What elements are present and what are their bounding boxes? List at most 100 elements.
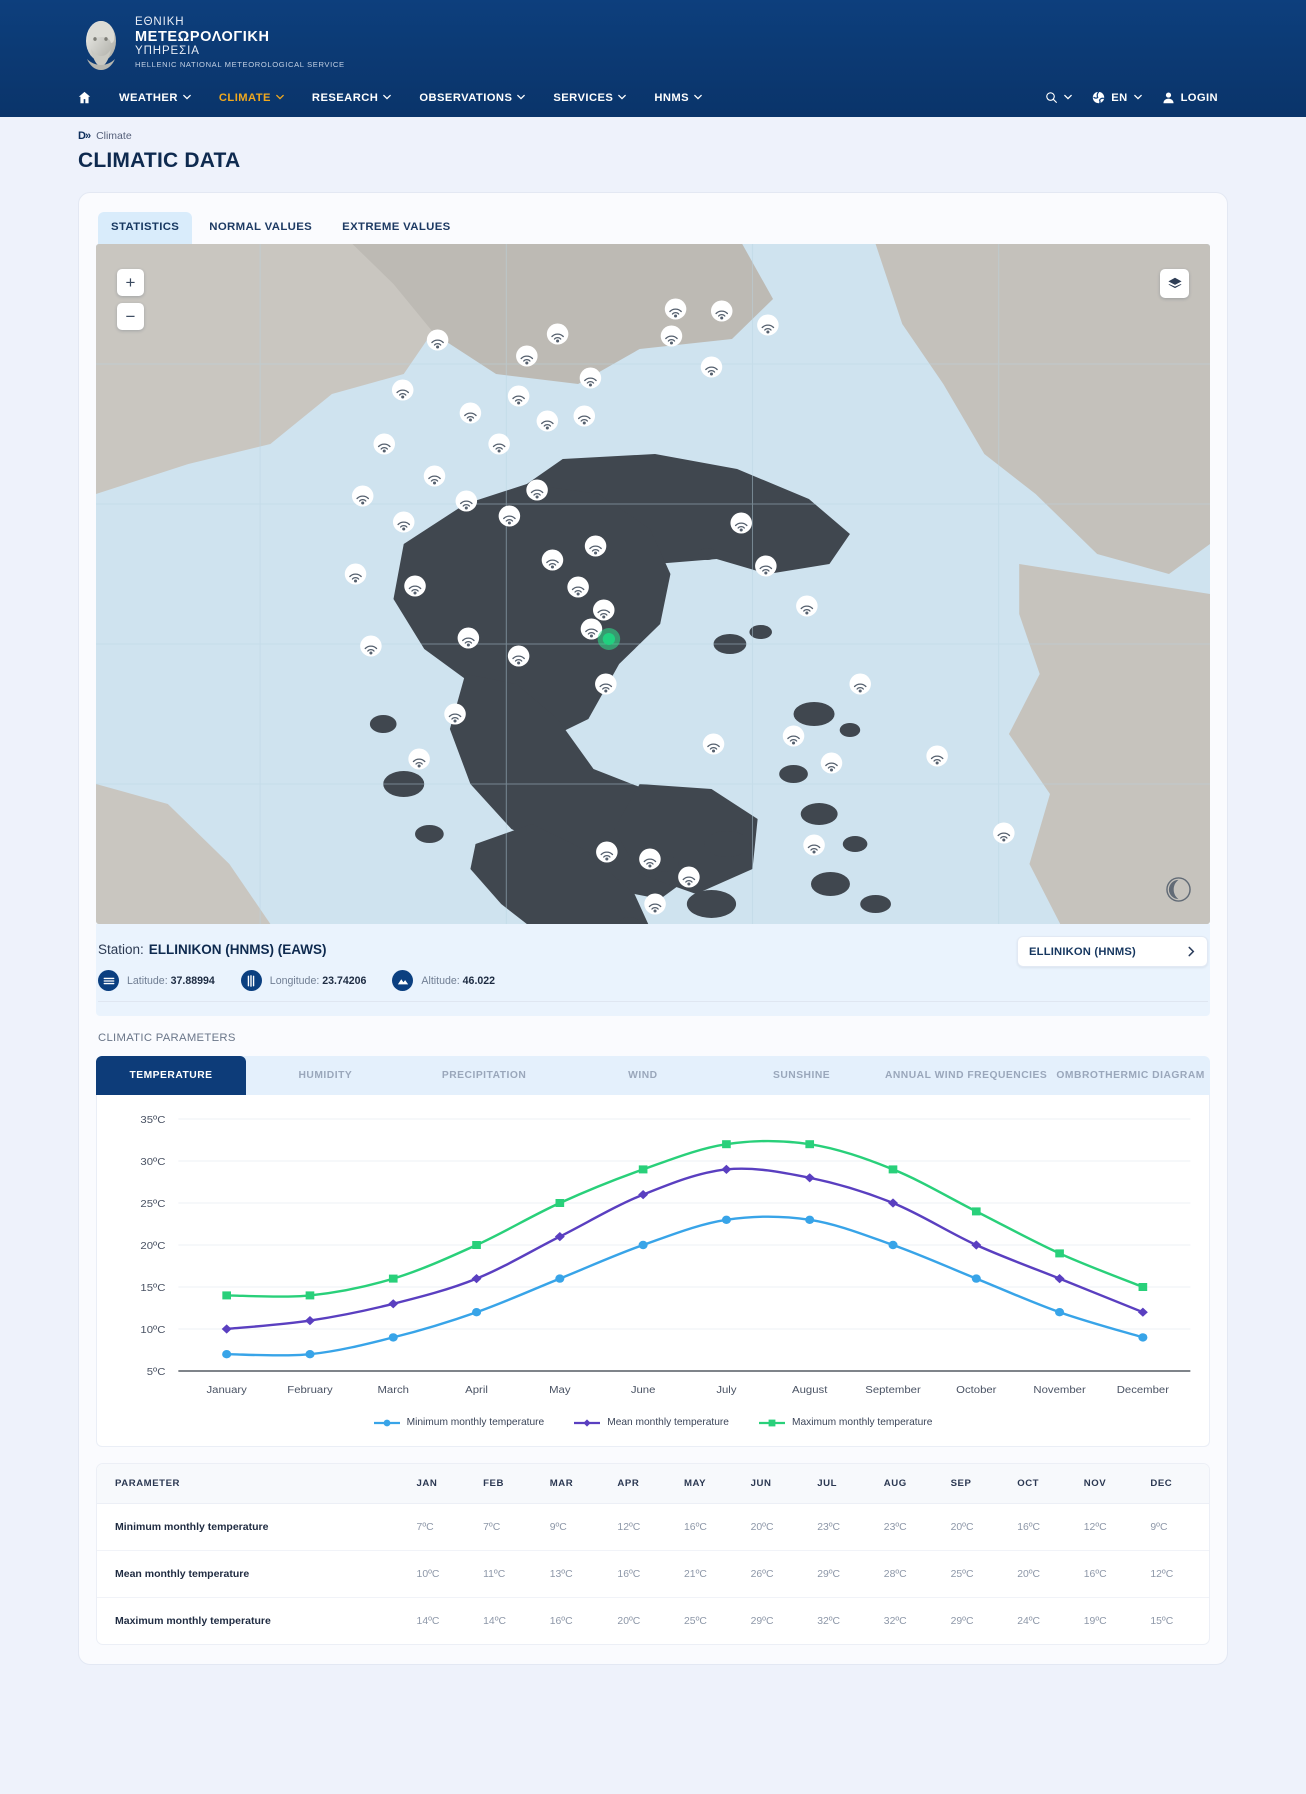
data-point[interactable] — [1055, 1308, 1065, 1317]
data-point[interactable] — [638, 1165, 648, 1174]
legend-item-maximum[interactable]: Maximum monthly temperature — [758, 1417, 933, 1428]
nav-home-button[interactable] — [78, 87, 105, 108]
zoom-out-button[interactable]: − — [117, 303, 144, 330]
cell-parameter: Minimum monthly temperature — [97, 1503, 409, 1551]
data-point[interactable] — [1137, 1307, 1148, 1317]
data-point[interactable] — [888, 1240, 898, 1250]
data-point[interactable] — [722, 1140, 731, 1149]
data-point[interactable] — [555, 1274, 565, 1283]
data-point[interactable] — [638, 1240, 648, 1250]
nav-item-services[interactable]: SERVICES — [539, 88, 640, 108]
legend-label: Maximum monthly temperature — [791, 1417, 933, 1428]
cell-value: 16ºC — [1075, 1550, 1143, 1598]
data-point[interactable] — [304, 1316, 315, 1326]
zoom-in-button[interactable]: + — [117, 269, 144, 296]
data-point[interactable] — [971, 1240, 982, 1250]
cp-tab-precipitation[interactable]: PRECIPITATION — [405, 1056, 564, 1095]
series-line — [225, 1167, 1145, 1331]
data-point[interactable] — [805, 1215, 815, 1224]
cell-value: 14ºC — [483, 1615, 506, 1627]
x-axis-tick-label: June — [631, 1384, 656, 1396]
data-point[interactable] — [305, 1291, 315, 1300]
nav-item-research[interactable]: RESEARCH — [298, 88, 405, 108]
cp-tab-annual-wind-frequencies[interactable]: ANNUAL WIND FREQUENCIES — [881, 1056, 1051, 1095]
cell-value: 7ºC — [408, 1503, 476, 1551]
legend-item-mean[interactable]: Mean monthly temperature — [574, 1417, 729, 1428]
data-point[interactable] — [222, 1291, 231, 1300]
cp-tab-sunshine[interactable]: SUNSHINE — [722, 1056, 881, 1095]
language-selector[interactable]: EN — [1082, 87, 1151, 108]
chevron-down-icon — [517, 94, 526, 100]
data-point[interactable] — [804, 1173, 815, 1183]
data-point[interactable] — [554, 1232, 565, 1242]
data-point[interactable] — [221, 1324, 232, 1334]
legend-item-minimum[interactable]: Minimum monthly temperature — [373, 1417, 544, 1428]
data-point[interactable] — [472, 1241, 481, 1249]
data-point[interactable] — [1138, 1333, 1148, 1342]
nav-item-hnms[interactable]: HNMS — [640, 88, 716, 108]
data-point[interactable] — [1054, 1274, 1065, 1284]
tab-extreme-values[interactable]: EXTREME VALUES — [329, 212, 463, 244]
data-point[interactable] — [721, 1164, 732, 1174]
nav-item-observations[interactable]: OBSERVATIONS — [405, 88, 539, 108]
nav-label: OBSERVATIONS — [419, 91, 513, 104]
data-point[interactable] — [305, 1350, 315, 1359]
nav-label: RESEARCH — [311, 91, 379, 104]
data-point[interactable] — [388, 1299, 399, 1309]
altitude-chip: Altitude: 46.022 — [392, 970, 495, 991]
table-row: Mean monthly temperature 10ºC 11ºC 13ºC 16ºC… — [97, 1550, 1209, 1598]
breadcrumb-label[interactable]: Climate — [96, 130, 132, 142]
data-point[interactable] — [638, 1190, 649, 1200]
x-axis-tick-label: May — [549, 1384, 571, 1396]
station-map[interactable]: + − — [96, 244, 1210, 924]
nav-item-climate[interactable]: CLIMATE — [205, 88, 298, 108]
cell-value: 26ºC — [742, 1550, 810, 1598]
brand-line-2: ΜΕΤΕΩΡΟΛΟΓΙΚΗ — [135, 29, 270, 46]
tab-normal-values[interactable]: NORMAL VALUES — [196, 212, 325, 244]
data-point[interactable] — [805, 1140, 815, 1149]
data-point[interactable] — [471, 1274, 482, 1284]
cell-value: 16ºC — [609, 1550, 677, 1598]
data-point[interactable] — [472, 1308, 482, 1317]
series-line — [225, 1139, 1145, 1298]
data-point[interactable] — [1055, 1249, 1064, 1258]
data-point[interactable] — [555, 1199, 565, 1207]
breadcrumb[interactable]: D» Climate — [78, 130, 1228, 142]
search-button[interactable] — [1035, 87, 1082, 108]
data-point[interactable] — [1138, 1283, 1148, 1291]
cell-value: 20ºC — [1009, 1550, 1076, 1598]
col-header-jan: JAN — [408, 1464, 476, 1504]
login-label: LOGIN — [1180, 91, 1218, 104]
latitude-icon — [98, 970, 119, 991]
cell-value: 12ºC — [609, 1503, 677, 1551]
table-row: Maximum monthly temperature 14ºC 14ºC 16ºC 2… — [97, 1598, 1209, 1645]
cell-value: 23ºC — [809, 1503, 876, 1551]
col-header-jun: JUN — [742, 1464, 810, 1504]
cp-tab-humidity[interactable]: HUMIDITY — [246, 1056, 405, 1095]
data-point[interactable] — [388, 1333, 398, 1342]
nav-label: CLIMATE — [218, 91, 271, 104]
login-button[interactable]: LOGIN — [1152, 87, 1228, 108]
station-info-bar: Station: ELLINIKON (HNMS) (EAWS) Latitud… — [96, 924, 1210, 1016]
legend-marker-mean — [574, 1418, 601, 1428]
nav-item-weather[interactable]: WEATHER — [105, 88, 205, 108]
data-point[interactable] — [971, 1207, 981, 1216]
map-layers-button[interactable] — [1160, 269, 1189, 298]
tab-statistics[interactable]: STATISTICS — [98, 212, 193, 244]
cell-value: 9ºC — [1142, 1503, 1209, 1551]
cp-tab-temperature[interactable]: TEMPERATURE — [96, 1056, 246, 1095]
station-selector[interactable]: ELLINIKON (HNMS) — [1017, 936, 1208, 967]
table-header-row: PARAMETER JAN FEB MAR APR MAY JUN JUL AUG SEP OCT N… — [97, 1464, 1209, 1504]
data-point[interactable] — [888, 1198, 898, 1208]
data-point[interactable] — [971, 1274, 981, 1283]
cp-tab-wind[interactable]: WIND — [563, 1056, 722, 1095]
data-point[interactable] — [888, 1165, 898, 1174]
language-label: EN — [1111, 91, 1128, 104]
temperature-line-chart[interactable]: 5ºC 10ºC 15ºC 20ºC 25ºC 30ºC 35ºC January Februa… — [107, 1109, 1199, 1409]
brand-logo[interactable]: ΕΘΝΙΚΗ ΜΕΤΕΩΡΟΛΟΓΙΚΗ ΥΠΗΡΕΣΙΑ HELLENIC N… — [78, 0, 1228, 71]
latitude-chip: Latitude: 37.88994 — [98, 970, 215, 991]
data-point[interactable] — [721, 1215, 731, 1224]
data-point[interactable] — [222, 1350, 232, 1359]
cp-tab-ombrothermic-diagram[interactable]: OMBROTHERMIC DIAGRAM — [1051, 1056, 1210, 1095]
data-point[interactable] — [388, 1274, 398, 1283]
